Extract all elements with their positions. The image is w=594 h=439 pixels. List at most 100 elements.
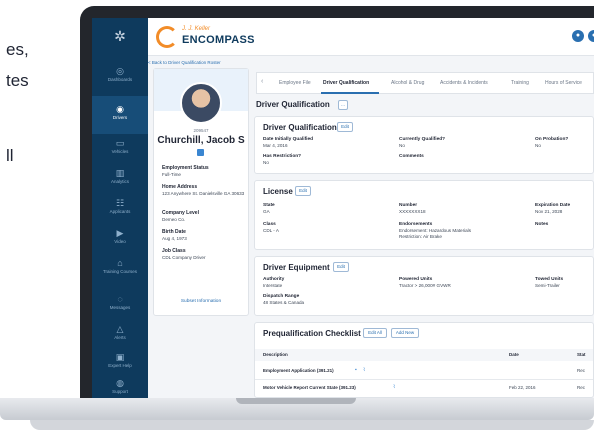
tab-driver-qualification[interactable]: Driver Qualification [323,80,369,86]
on-probation-label: On Probation? [535,137,569,142]
currently-qualified-value: No [399,143,405,148]
driver-qualification-card: Driver Qualification Edit Date Initially… [254,116,594,174]
id-card-icon[interactable] [197,149,204,156]
account-icon[interactable]: ● [588,30,594,42]
company-level-value: Demeo Co. [162,217,186,222]
tab-accidents-incidents[interactable]: Accidents & Incidents [440,80,488,86]
applicants-icon: ☷ [115,198,125,208]
notes-label: Notes [535,222,549,227]
spiral-icon: ✲ [114,28,126,44]
dq-card-title: Driver Qualification [263,123,337,132]
brand-company: J. J. Keller [182,26,211,32]
birth-date-value: Aug 4, 1973 [162,236,187,241]
powered-units-label: Powered Units [399,277,433,282]
dispatch-range-value: 48 States & Canada [263,300,305,305]
checklist-table-header: Description Date Stat [255,349,593,361]
birth-date-label: Birth Date [162,229,186,235]
driver-name: Churchill, Jacob S [157,135,245,146]
license-card-title: License [263,187,293,196]
license-card: License Edit State GA Number XXXXXXX18 E… [254,180,594,250]
restrictions-value: Restriction: Air Brake [399,234,442,239]
add-new-button[interactable]: Add New [391,328,419,338]
video-icon: ▶ [116,228,124,238]
document-icon[interactable]: ▪ [355,367,357,373]
attachment-icon[interactable]: ⌇ [393,384,395,390]
more-options-button[interactable]: … [338,100,348,110]
marketing-text-fragment-1: es, [6,40,29,59]
training-icon: ⌂ [117,258,123,268]
brand-product: ENCOMPASS [182,34,255,46]
towed-units-value: Semi-Trailer [535,283,560,288]
back-link[interactable]: < Back to Driver Qualification Roster [148,60,221,65]
powered-units-value: Tractor > 26,000# GVWR [399,283,451,288]
employment-status-value: Full-Time [162,172,181,177]
alert-icon: △ [116,324,124,334]
has-restriction-label: Has Restriction? [263,154,302,159]
column-date: Date [509,352,519,357]
equipment-card-title: Driver Equipment [263,263,330,272]
tab-alcohol-drug[interactable]: Alcohol & Drug [391,80,424,86]
tab-employee-file[interactable]: Employee File [279,80,311,86]
marketing-text-fragment-2: tes [6,71,29,90]
row-divider [255,379,593,380]
sidebar-item-dashboards[interactable]: ◎ Dashboards [92,58,148,96]
attachment-icon[interactable]: ⌇ [363,367,365,373]
employment-status-label: Employment Status [162,165,209,171]
endorsements-label: Endorsements [399,222,433,227]
sidebar-item-training[interactable]: ⌂ Training Courses [92,250,148,288]
driver-profile-card: 209547 Churchill, Jacob S Employment Sta… [153,68,249,316]
support-icon: ◍ [116,378,124,388]
job-class-label: Job Class [162,248,186,254]
comments-label: Comments [399,154,424,159]
company-level-label: Company Level [162,210,199,216]
authority-label: Authority [263,277,285,282]
dashboard-icon: ◎ [116,66,124,76]
expiration-date-value: Nov 21, 2028 [535,209,563,214]
license-edit-button[interactable]: Edit [295,186,311,196]
sidebar-item-support[interactable]: ◍ Support [92,370,148,398]
class-label: Class [263,222,276,227]
job-class-value: CDL Company Driver [162,255,206,260]
column-description: Description [263,352,288,357]
subset-information-link[interactable]: Subset Information [154,299,248,304]
tab-bar: ‹ Employee File Driver Qualification Alc… [256,72,594,94]
driver-icon: ◉ [116,104,124,114]
sidebar-item-drivers[interactable]: ◉ Drivers [92,96,148,134]
tab-training[interactable]: Training [511,80,529,86]
truck-icon: ▭ [115,138,125,148]
user-icon[interactable]: ● [572,30,584,42]
chart-icon: ▥ [115,168,125,178]
chevron-left-icon[interactable]: ‹ [261,78,263,85]
tab-hours-of-service[interactable]: Hours of Service [545,80,582,86]
driver-id: 209547 [193,128,209,133]
equipment-edit-button[interactable]: Edit [333,262,349,272]
avatar [180,82,222,124]
class-value: CDL - A [263,228,279,233]
state-label: State [263,203,275,208]
number-label: Number [399,203,418,208]
checklist-row-date: Feb 22, 2016 [509,385,536,390]
expiration-date-label: Expiration Date [535,203,571,208]
edit-all-button[interactable]: Edit All [363,328,387,338]
column-status: Stat [577,352,586,357]
laptop-base-shadow [30,420,594,430]
towed-units-label: Towed Units [535,277,564,282]
currently-qualified-label: Currently Qualified? [399,137,446,142]
home-address-value: 123 Anywhere St. Danielsville GA 30633 [162,191,245,196]
checklist-row-description[interactable]: Employment Application (391.21) [263,368,334,373]
date-initially-qualified-value: Mar 4, 2016 [263,143,288,148]
authority-value: Interstate [263,283,283,288]
page-title: Driver Qualification [256,100,330,109]
date-initially-qualified-label: Date Initially Qualified [263,137,314,142]
dq-edit-button[interactable]: Edit [337,122,353,132]
checklist-row-status: Rec [577,368,586,373]
laptop-base-notch [236,398,356,404]
on-probation-value: No [535,143,541,148]
state-value: GA [263,209,270,214]
number-value: XXXXXXX18 [399,209,426,214]
home-address-label: Home Address [162,184,198,190]
checklist-row-description[interactable]: Motor Vehicle Report Current State (391.… [263,385,356,390]
encompass-logo-icon [156,26,178,48]
has-restriction-value: No [263,160,269,165]
message-icon: ◌ [117,294,123,304]
